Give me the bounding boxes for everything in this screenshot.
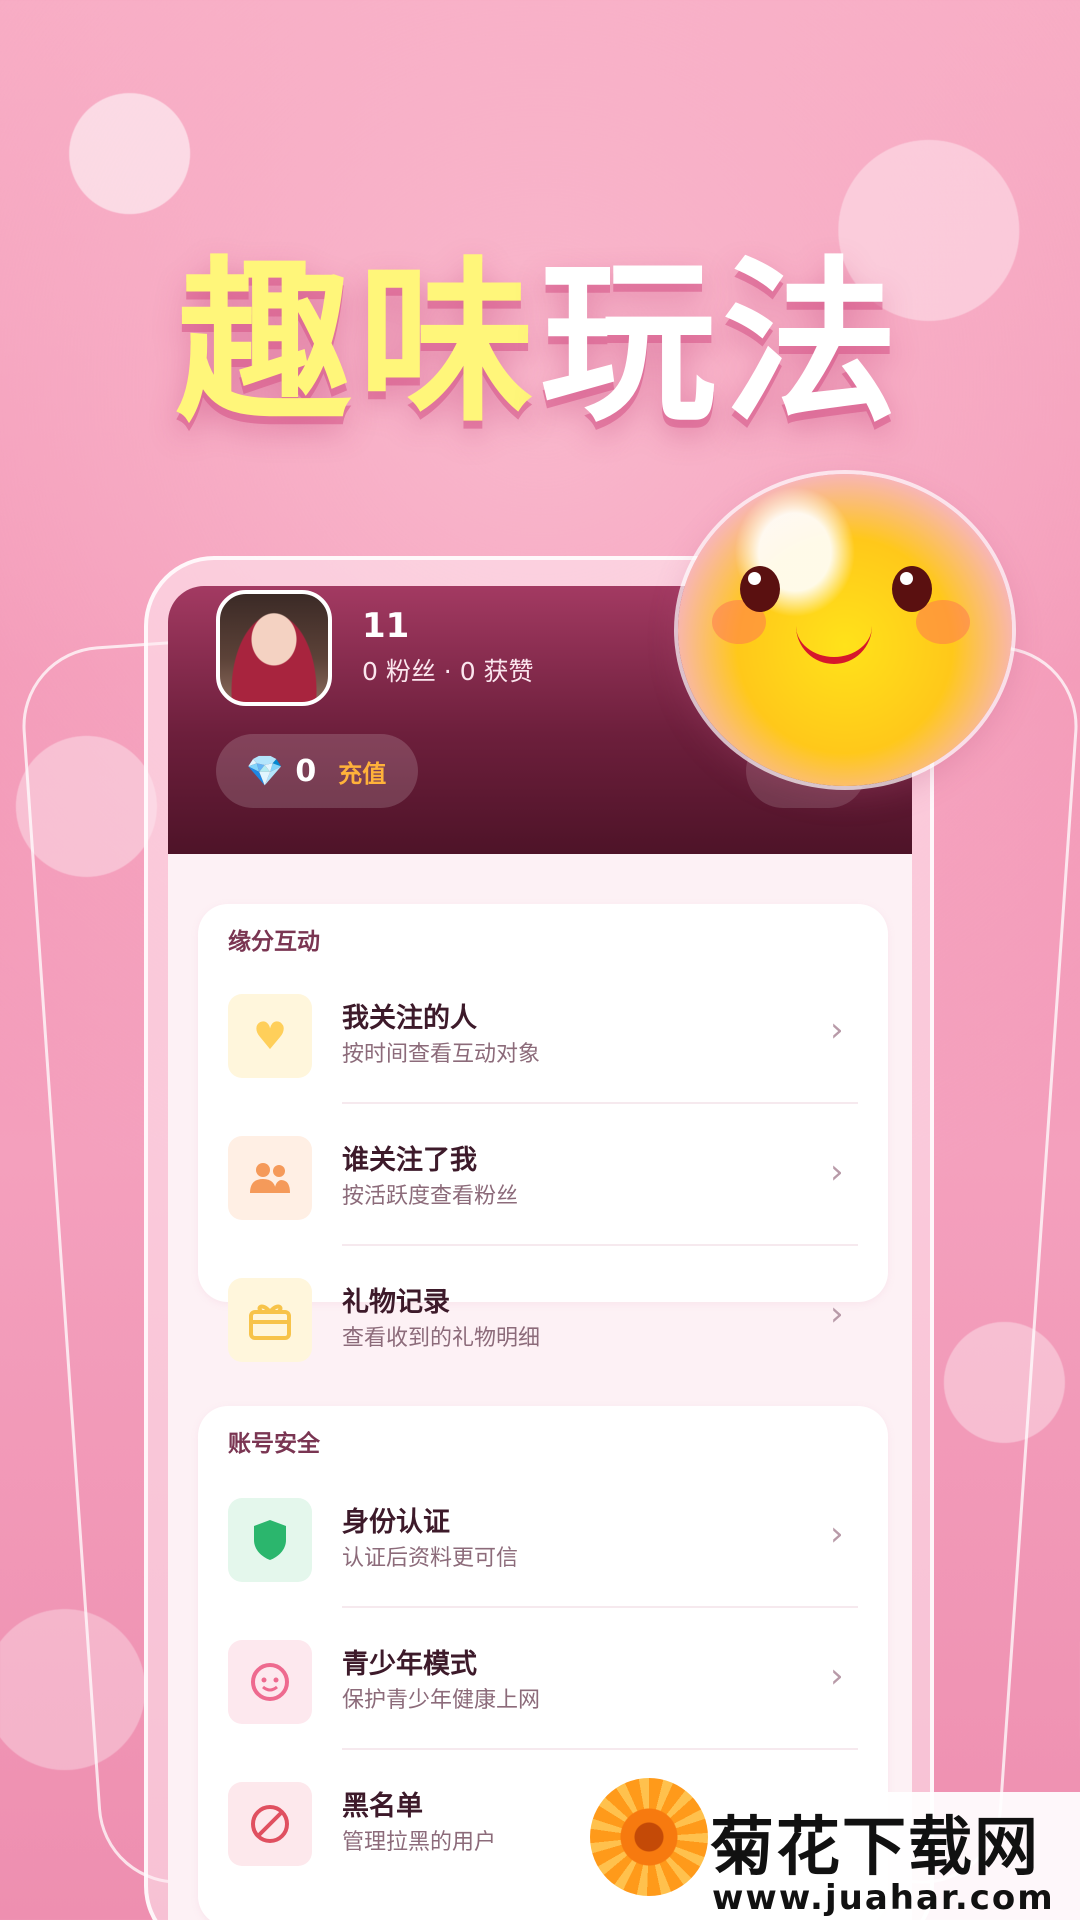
headline-part-white: 玩法 xyxy=(540,241,905,446)
menu-item-title: 谁关注了我 xyxy=(342,1145,477,1176)
gift-icon xyxy=(228,1278,312,1362)
flower-logo-icon xyxy=(590,1778,708,1896)
block-icon xyxy=(228,1782,312,1866)
heart-icon: ♥ xyxy=(228,994,312,1078)
mascot-eye xyxy=(892,566,932,612)
menu-item-verification[interactable]: 身份认证 认证后资料更可信 › xyxy=(198,1466,888,1608)
chevron-right-icon: › xyxy=(830,1010,844,1050)
chevron-right-icon: › xyxy=(830,1152,844,1192)
menu-item-subtitle: 按时间查看互动对象 xyxy=(342,1042,541,1067)
promo-headline: 趣味玩法 xyxy=(0,200,1080,455)
menu-item-followers[interactable]: 谁关注了我 按活跃度查看粉丝 › xyxy=(198,1104,888,1246)
watermark-banner: 菊花下载网 www.juahar.com xyxy=(590,1778,1080,1920)
follower-stats: 0 粉丝 · 0 获赞 xyxy=(362,657,534,686)
menu-item-title: 黑名单 xyxy=(342,1791,423,1822)
section-title: 账号安全 xyxy=(228,1431,320,1457)
menu-item-title: 青少年模式 xyxy=(342,1649,477,1680)
chevron-right-icon: › xyxy=(830,1294,844,1334)
watermark-title: 菊花下载网 xyxy=(710,1811,1040,1885)
menu-item-subtitle: 认证后资料更可信 xyxy=(342,1546,519,1571)
section-title: 缘分互动 xyxy=(228,929,320,955)
menu-item-subtitle: 管理拉黑的用户 xyxy=(342,1830,497,1855)
mascot-mouth xyxy=(796,624,872,664)
menu-item-title: 礼物记录 xyxy=(342,1287,450,1318)
watermark-url: www.juahar.com xyxy=(712,1878,1055,1918)
chevron-right-icon: › xyxy=(830,1656,844,1696)
menu-item-title: 我关注的人 xyxy=(342,1003,477,1034)
menu-item-subtitle: 保护青少年健康上网 xyxy=(342,1688,541,1713)
menu-item-title: 身份认证 xyxy=(342,1507,450,1538)
menu-item-subtitle: 按活跃度查看粉丝 xyxy=(342,1184,519,1209)
menu-item-gifts-content[interactable]: 礼物记录 查看收到的礼物明细 › xyxy=(198,1246,888,1388)
chevron-right-icon: › xyxy=(830,1514,844,1554)
people-icon xyxy=(228,1136,312,1220)
diamond-icon: 💎 xyxy=(246,753,284,789)
recharge-button[interactable]: 充值 xyxy=(338,754,386,789)
smiley-bubble-mascot xyxy=(678,474,1012,786)
shield-icon xyxy=(228,1498,312,1582)
diamond-balance: 0 xyxy=(295,753,317,789)
wallet-pill[interactable]: 💎 0 充值 xyxy=(216,734,418,808)
menu-item-subtitle: 查看收到的礼物明细 xyxy=(342,1326,541,1351)
app-screen: 11 0 粉丝 · 0 获赞 💎 0 充值 缘分互动 ♥ 我关注的人 按时间查看… xyxy=(168,586,912,1920)
username: 11 xyxy=(362,606,410,646)
child-face-icon xyxy=(228,1640,312,1724)
avatar[interactable] xyxy=(216,590,332,706)
mascot-eye xyxy=(740,566,780,612)
menu-item-youth-mode[interactable]: 青少年模式 保护青少年健康上网 › xyxy=(198,1608,888,1750)
menu-item-following[interactable]: ♥ 我关注的人 按时间查看互动对象 › xyxy=(198,962,888,1104)
section-card-interaction: 缘分互动 ♥ 我关注的人 按时间查看互动对象 › 谁关注了我 按活跃度查看粉丝 … xyxy=(198,904,888,1302)
headline-part-yellow: 趣味 xyxy=(175,241,540,446)
